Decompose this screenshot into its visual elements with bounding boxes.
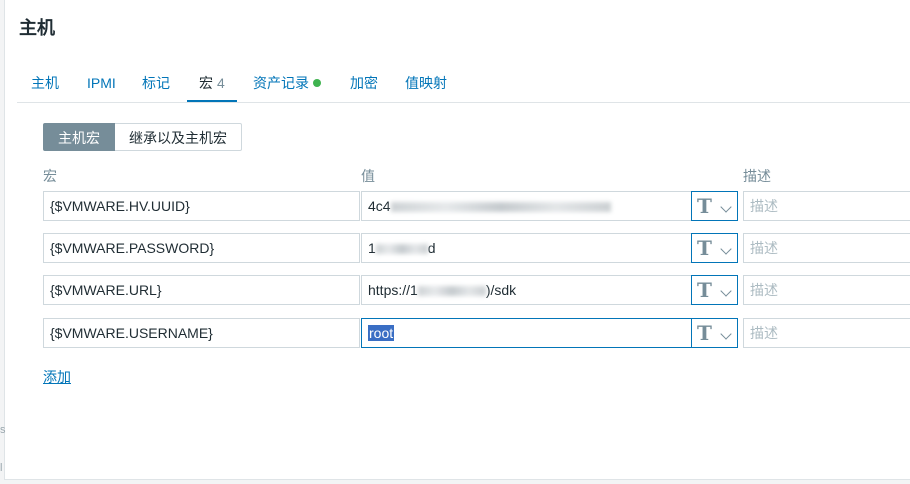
- redacted-value: [390, 202, 611, 212]
- value-type-dropdown[interactable]: T: [691, 191, 738, 221]
- chevron-down-icon: [720, 201, 732, 213]
- description-input[interactable]: 描述: [743, 318, 910, 348]
- selected-text: root: [368, 325, 395, 341]
- dialog-title: 主机: [19, 18, 55, 38]
- redacted-value: [375, 244, 428, 254]
- description-input[interactable]: 描述: [743, 233, 910, 263]
- host-macros-button[interactable]: 主机宏: [43, 123, 115, 151]
- tab-tags[interactable]: 标记: [142, 64, 170, 102]
- value-type-dropdown[interactable]: T: [691, 275, 738, 305]
- macro-value-input[interactable]: root: [361, 318, 692, 348]
- text-type-icon: T: [697, 321, 712, 345]
- column-header-value: 值: [361, 168, 375, 184]
- macro-name-input[interactable]: {$VMWARE.HV.UUID}: [43, 191, 360, 221]
- tab-macros[interactable]: 宏4: [187, 64, 237, 102]
- chevron-down-icon: [720, 285, 732, 297]
- redacted-value: [417, 286, 486, 296]
- macro-value-input[interactable]: https://1)/sdk: [361, 275, 692, 305]
- text-type-icon: T: [697, 194, 712, 218]
- macro-row: {$VMWARE.USERNAME} root T 描述: [5, 318, 910, 348]
- description-input[interactable]: 描述: [743, 275, 910, 305]
- macro-name-input[interactable]: {$VMWARE.PASSWORD}: [43, 233, 360, 263]
- edge-glyph: l: [0, 462, 3, 474]
- macro-row: {$VMWARE.PASSWORD} 1d T 描述: [5, 233, 910, 263]
- host-dialog: 主机 主机 IPMI 标记 宏4 资产记录 加密 值映射 主机宏 继承以及主机宏…: [4, 0, 910, 480]
- edge-glyph: s: [0, 424, 6, 436]
- macro-row: {$VMWARE.URL} https://1)/sdk T 描述: [5, 275, 910, 305]
- macro-row: {$VMWARE.HV.UUID} 4c4 T 描述: [5, 191, 910, 221]
- macro-count: 4: [217, 75, 225, 91]
- macro-name-input[interactable]: {$VMWARE.USERNAME}: [43, 318, 360, 348]
- tab-encryption[interactable]: 加密: [350, 64, 378, 102]
- chevron-down-icon: [720, 328, 732, 340]
- chevron-down-icon: [720, 243, 732, 255]
- value-type-dropdown[interactable]: T: [691, 233, 738, 263]
- tab-host[interactable]: 主机: [31, 64, 59, 102]
- macro-scope-toggle: 主机宏 继承以及主机宏: [43, 123, 242, 151]
- status-dot-icon: [313, 79, 321, 87]
- text-type-icon: T: [697, 236, 712, 260]
- column-header-description: 描述: [743, 168, 771, 184]
- value-type-dropdown[interactable]: T: [691, 318, 738, 348]
- tab-bar: 主机 IPMI 标记 宏4 资产记录 加密 值映射: [17, 64, 910, 103]
- text-type-icon: T: [697, 278, 712, 302]
- tab-inventory[interactable]: 资产记录: [253, 64, 321, 102]
- description-input[interactable]: 描述: [743, 191, 910, 221]
- macro-value-input[interactable]: 4c4: [361, 191, 692, 221]
- macro-name-input[interactable]: {$VMWARE.URL}: [43, 275, 360, 305]
- column-header-macro: 宏: [43, 168, 57, 184]
- tab-ipmi[interactable]: IPMI: [87, 64, 116, 102]
- inherited-macros-button[interactable]: 继承以及主机宏: [115, 123, 242, 151]
- add-macro-link[interactable]: 添加: [43, 367, 71, 387]
- macro-value-input[interactable]: 1d: [361, 233, 692, 263]
- tab-value-mapping[interactable]: 值映射: [405, 64, 447, 102]
